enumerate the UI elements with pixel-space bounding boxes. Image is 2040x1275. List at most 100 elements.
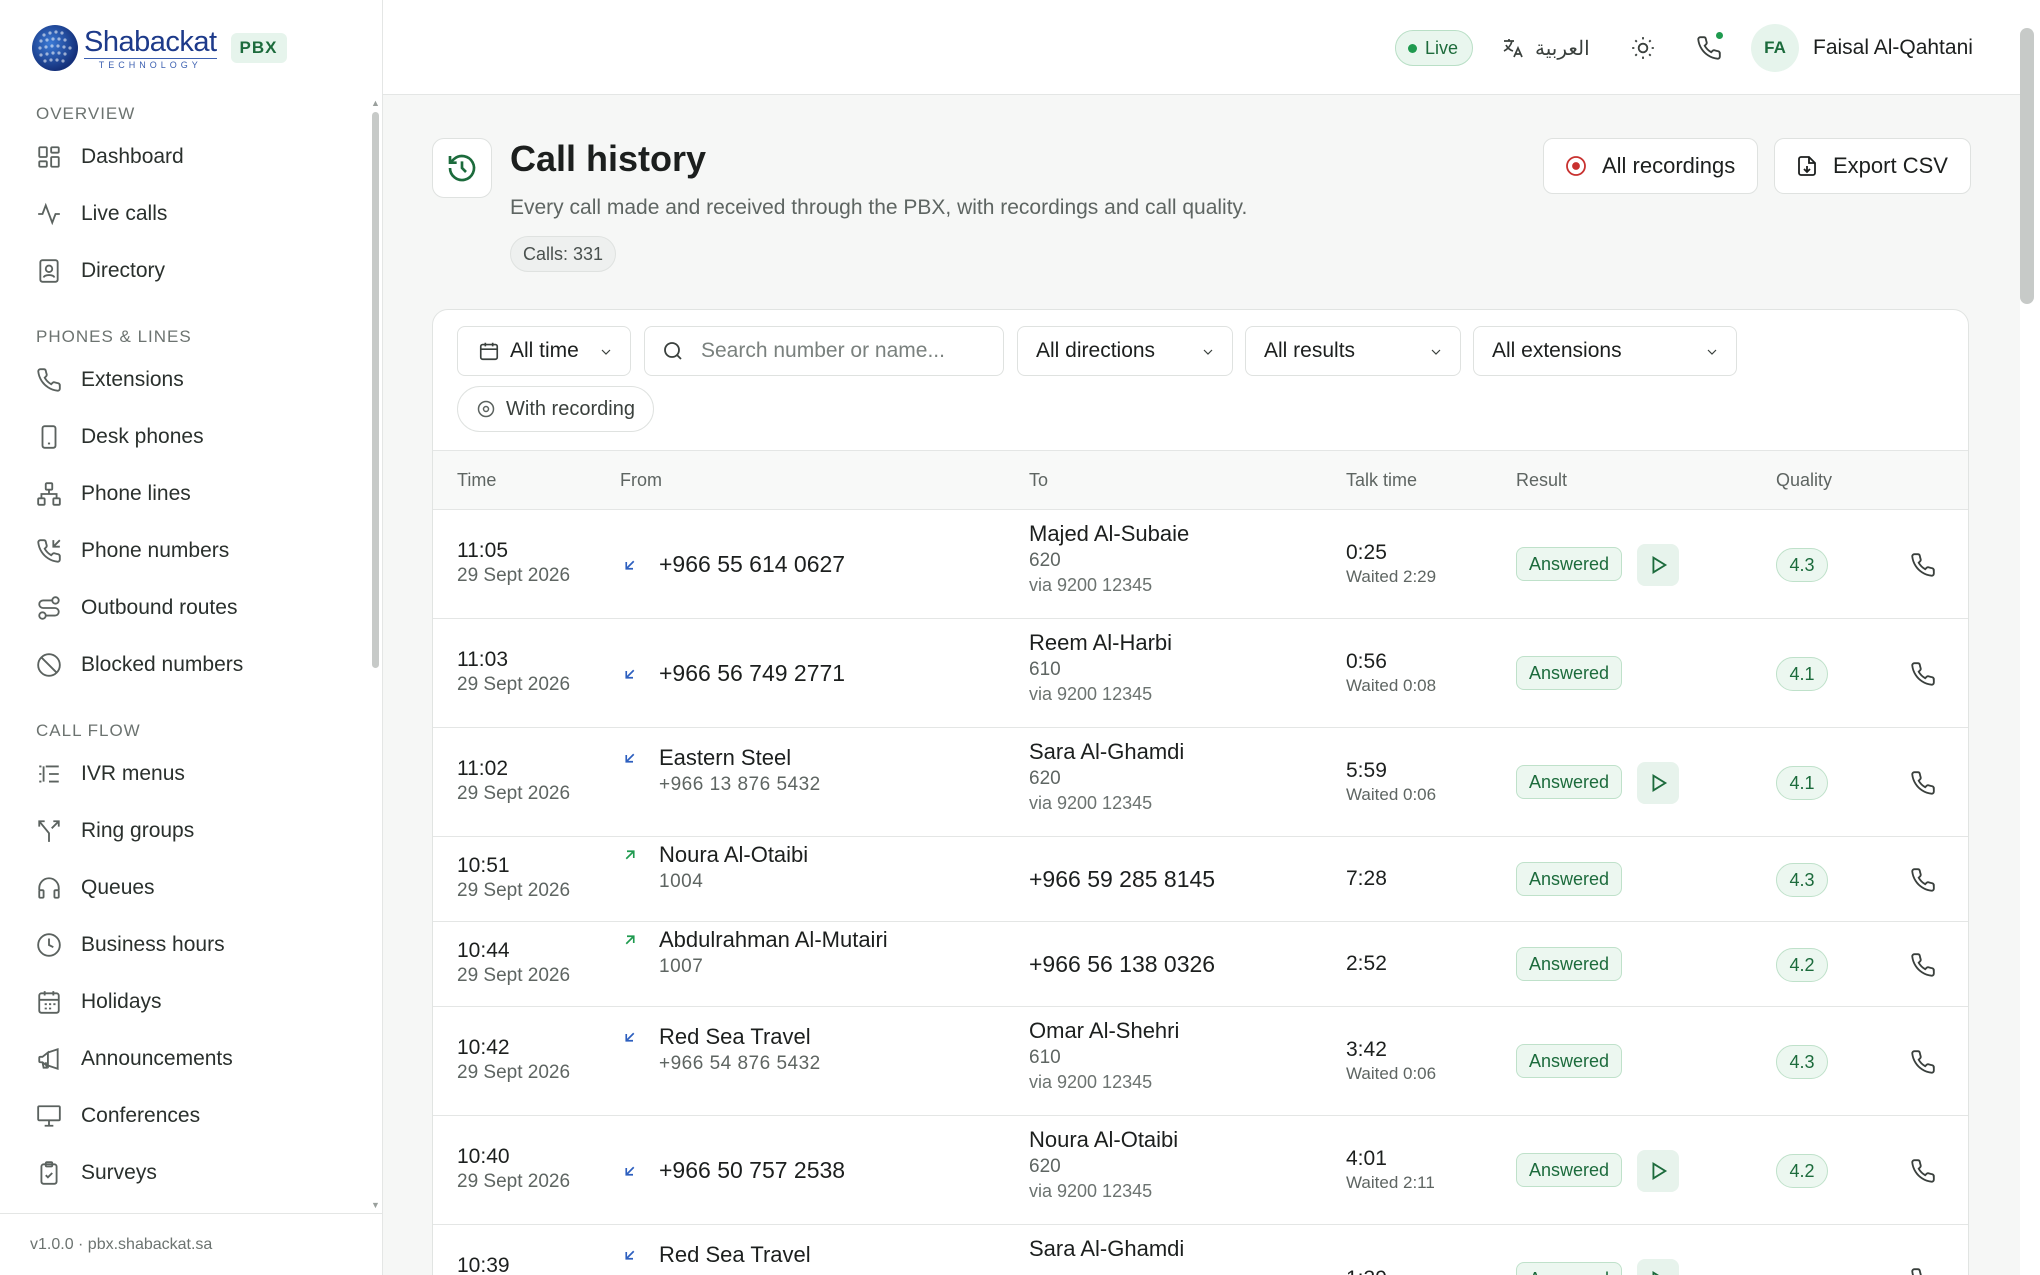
- column-quality[interactable]: Quality: [1776, 470, 1832, 491]
- table-row[interactable]: 11:05 29 Sept 2026 +966 55 614 0627 Majed…: [433, 510, 1968, 619]
- call-history-icon: [432, 138, 492, 198]
- notification-dot: [1714, 30, 1725, 41]
- play-recording-button[interactable]: [1637, 1149, 1679, 1192]
- brand[interactable]: Shabackat TECHNOLOGY PBX: [30, 20, 287, 76]
- topbar: Live العربية FA Faisal Al-Qahtani: [383, 0, 2020, 95]
- sidebar-scroll-thumb[interactable]: [372, 112, 379, 668]
- from-name: Noura Al-Otaibi: [659, 841, 809, 867]
- table-row[interactable]: 11:03 29 Sept 2026 +966 56 749 2771 Reem …: [433, 619, 1968, 728]
- sidebar-item-ivr-menus[interactable]: IVR menus: [0, 745, 370, 802]
- softphone-button[interactable]: [1689, 28, 1729, 68]
- calendar-icon: [479, 342, 499, 361]
- talk-time-cell: 4:01 Waited 2:11: [1346, 1147, 1435, 1193]
- search-input[interactable]: Search number or name...: [644, 326, 1004, 376]
- sidebar-item-label: Outbound routes: [81, 595, 238, 619]
- scroll-down-arrow[interactable]: ▼: [371, 1200, 380, 1210]
- call-back-button[interactable]: [1903, 1260, 1943, 1275]
- inbound-arrow-icon: [625, 753, 635, 763]
- column-time[interactable]: Time: [457, 470, 496, 491]
- sidebar-item-announcements[interactable]: Announcements: [0, 1030, 370, 1087]
- play-recording-button[interactable]: [1637, 1258, 1679, 1275]
- column-to[interactable]: To: [1029, 470, 1048, 491]
- waited-time: Waited 2:29: [1346, 566, 1437, 586]
- sidebar-item-phone-numbers[interactable]: Phone numbers: [0, 522, 370, 579]
- sidebar-item-holidays[interactable]: Holidays: [0, 973, 370, 1030]
- play-recording-button[interactable]: [1637, 761, 1679, 804]
- sidebar-item-blocked-numbers[interactable]: Blocked numbers: [0, 636, 370, 693]
- sidebar-item-conferences[interactable]: Conferences: [0, 1087, 370, 1144]
- call-date: 29 Sept 2026: [457, 564, 571, 586]
- sidebar-item-phone-lines[interactable]: Phone lines: [0, 465, 370, 522]
- sidebar-item-outbound-routes[interactable]: Outbound routes: [0, 579, 370, 636]
- to-name: Omar Al-Shehri: [1029, 1017, 1180, 1043]
- table-row[interactable]: 11:02 29 Sept 2026 Eastern Steel +966 13…: [433, 728, 1968, 837]
- scroll-up-arrow[interactable]: ▲: [371, 98, 380, 108]
- time-range-select[interactable]: All time: [457, 326, 631, 376]
- talk-time-cell: 1:39: [1346, 1267, 1387, 1275]
- sidebar-item-desk-phones[interactable]: Desk phones: [0, 408, 370, 465]
- to-cell: Sara Al-Ghamdi 620 via 9200 12345: [1029, 739, 1184, 814]
- call-time: 10:39: [457, 1253, 510, 1275]
- call-back-button[interactable]: [1903, 654, 1943, 694]
- language-switch-button[interactable]: العربية: [1501, 28, 1590, 68]
- all-recordings-button[interactable]: All recordings: [1543, 138, 1759, 194]
- sidebar-item-label: Extensions: [81, 367, 184, 391]
- directions-select[interactable]: All directions: [1017, 326, 1233, 376]
- export-csv-button[interactable]: Export CSV: [1774, 138, 1971, 194]
- sidebar-item-ring-groups[interactable]: Ring groups: [0, 802, 370, 859]
- megaphone-icon: [38, 1047, 59, 1070]
- column-from[interactable]: From: [620, 470, 662, 491]
- sidebar-item-surveys[interactable]: Surveys: [0, 1144, 370, 1201]
- route-icon: [38, 595, 60, 620]
- brand-sub: TECHNOLOGY: [84, 57, 217, 70]
- table-row[interactable]: 10:51 29 Sept 2026 Noura Al-Otaibi 1004 +…: [433, 837, 1968, 922]
- sidebar-item-label: Blocked numbers: [81, 652, 244, 676]
- results-select[interactable]: All results: [1245, 326, 1461, 376]
- chevron-down-icon: [1707, 349, 1717, 355]
- with-recording-toggle[interactable]: With recording: [457, 386, 654, 432]
- call-back-button[interactable]: [1903, 860, 1943, 900]
- table-header: Time From To Talk time Result Quality: [433, 450, 1968, 510]
- play-recording-button[interactable]: [1637, 543, 1679, 586]
- play-icon: [1652, 555, 1668, 574]
- from-cell: Red Sea Travel +966 54 876 5432: [659, 1024, 821, 1075]
- sidebar-item-queues[interactable]: Queues: [0, 859, 370, 916]
- to-via: via 9200 12345: [1029, 683, 1153, 704]
- from-detail: 1007: [659, 955, 704, 977]
- call-back-button[interactable]: [1903, 945, 1943, 985]
- call-time: 10:44: [457, 938, 510, 962]
- sidebar-item-dashboard[interactable]: Dashboard: [0, 128, 370, 185]
- page-scroll-thumb[interactable]: [2020, 28, 2034, 304]
- outbound-arrow-icon: [625, 934, 635, 944]
- page-scrollbar[interactable]: [2020, 0, 2040, 1275]
- extensions-value: All extensions: [1492, 339, 1622, 362]
- sidebar-item-directory[interactable]: Directory: [0, 242, 370, 299]
- call-back-button[interactable]: [1903, 1042, 1943, 1082]
- list-tree-icon: [39, 764, 59, 783]
- to-cell: Noura Al-Otaibi 620 via 9200 12345: [1029, 1127, 1178, 1202]
- table-row[interactable]: 10:39 Red Sea Travel Sara Al-Ghamdi 1:39…: [433, 1225, 1968, 1275]
- sidebar-scrollbar[interactable]: ▲ ▼: [371, 98, 380, 1210]
- call-back-button[interactable]: [1903, 763, 1943, 803]
- column-result[interactable]: Result: [1516, 470, 1567, 491]
- call-back-button[interactable]: [1903, 1151, 1943, 1191]
- column-talk-time[interactable]: Talk time: [1346, 470, 1417, 491]
- sidebar-item-live-calls[interactable]: Live calls: [0, 185, 370, 242]
- to-via: via 9200 12345: [1029, 574, 1153, 595]
- sidebar-item-extensions[interactable]: Extensions: [0, 351, 370, 408]
- live-dot: [1408, 43, 1417, 53]
- user-menu[interactable]: FA Faisal Al-Qahtani: [1751, 24, 1973, 72]
- sidebar-item-business-hours[interactable]: Business hours: [0, 916, 370, 973]
- activity-icon: [38, 202, 60, 225]
- live-status-badge: Live: [1395, 30, 1474, 66]
- extensions-select[interactable]: All extensions: [1473, 326, 1737, 376]
- call-back-button[interactable]: [1903, 545, 1943, 585]
- theme-toggle-button[interactable]: [1623, 28, 1663, 68]
- table-row[interactable]: 10:42 29 Sept 2026 Red Sea Travel +966 5…: [433, 1007, 1968, 1116]
- quality-badge: 4.2: [1776, 1153, 1828, 1188]
- talk-time: 3:42: [1346, 1037, 1387, 1061]
- table-row[interactable]: 10:40 29 Sept 2026 +966 50 757 2538 Noura…: [433, 1116, 1968, 1225]
- table-row[interactable]: 10:44 29 Sept 2026 Abdulrahman Al-Mutair…: [433, 922, 1968, 1007]
- result-badge: Answered: [1516, 655, 1623, 690]
- chevron-down-icon: [1431, 349, 1441, 355]
